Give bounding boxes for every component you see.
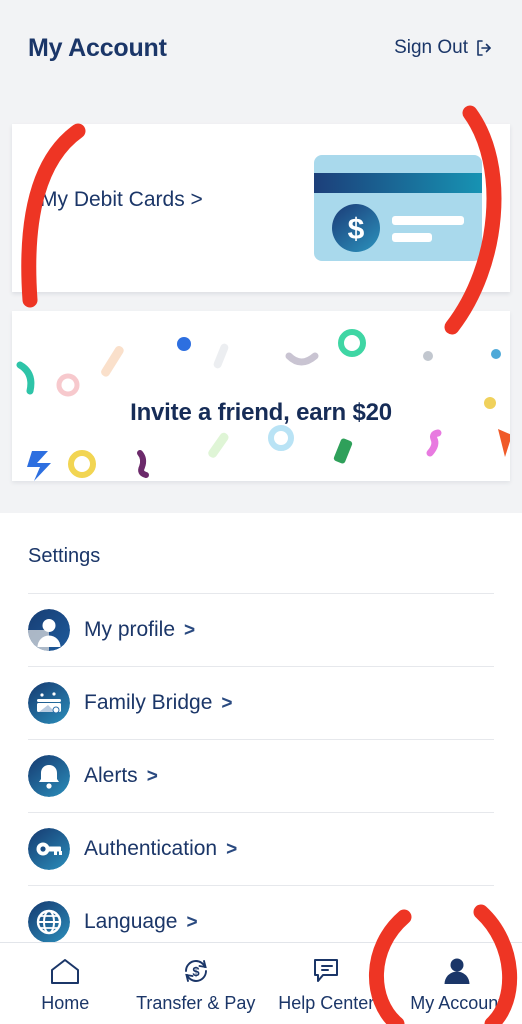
- page-header: My Account Sign Out: [0, 0, 522, 96]
- confetti-decoration: [12, 311, 510, 481]
- my-debit-cards-card[interactable]: My Debit Cards > $: [12, 124, 510, 292]
- chevron-right-icon: >: [226, 838, 238, 860]
- settings-item-alerts[interactable]: Alerts >: [28, 739, 494, 812]
- chat-bubble-icon: [309, 954, 343, 988]
- nav-label: Transfer & Pay: [136, 992, 256, 1013]
- nav-item-my-account[interactable]: My Account: [392, 943, 522, 1024]
- nav-label: My Account: [410, 992, 504, 1013]
- settings-item-label: Alerts >: [84, 764, 158, 787]
- svg-text:$: $: [348, 213, 365, 246]
- settings-item-authentication[interactable]: Authentication >: [28, 812, 494, 885]
- settings-item-label: Family Bridge >: [84, 691, 233, 714]
- nav-label: Help Center: [278, 992, 375, 1013]
- settings-list: My profile > Family Bridge > Alerts > Au…: [28, 593, 494, 958]
- settings-item-my-profile[interactable]: My profile >: [28, 593, 494, 666]
- nav-item-help-center[interactable]: Help Center: [261, 943, 392, 1024]
- chevron-right-icon: >: [186, 911, 198, 933]
- chevron-right-icon: >: [221, 692, 233, 714]
- key-icon: [28, 828, 70, 870]
- chevron-right-icon: >: [146, 765, 158, 787]
- page-title: My Account: [28, 33, 167, 62]
- svg-text:$: $: [192, 964, 200, 979]
- person-filled-icon: [440, 954, 474, 988]
- invite-banner-text: Invite a friend, earn $20: [130, 399, 392, 426]
- exit-icon: [474, 38, 494, 58]
- settings-item-family-bridge[interactable]: Family Bridge >: [28, 666, 494, 739]
- family-bridge-icon: [28, 682, 70, 724]
- nav-label: Home: [41, 992, 90, 1013]
- chevron-right-icon: >: [184, 619, 196, 641]
- globe-icon: [28, 901, 70, 943]
- settings-item-label: My profile >: [84, 618, 196, 641]
- settings-item-label: Authentication >: [84, 837, 238, 860]
- person-avatar-icon: [28, 609, 70, 651]
- bell-icon: [28, 755, 70, 797]
- settings-heading: Settings: [28, 545, 101, 567]
- debit-card-illustration: $: [314, 155, 482, 261]
- home-icon: [48, 954, 82, 988]
- bottom-navigation-bar: Home $ Transfer & Pay Help Center My Acc…: [0, 942, 522, 1024]
- my-debit-cards-label: My Debit Cards >: [40, 188, 203, 211]
- nav-item-transfer-and-pay[interactable]: $ Transfer & Pay: [131, 943, 262, 1024]
- invite-a-friend-banner[interactable]: Invite a friend, earn $20: [12, 311, 510, 481]
- nav-item-home[interactable]: Home: [0, 943, 131, 1024]
- settings-item-label: Language >: [84, 910, 198, 933]
- transfer-dollar-icon: $: [179, 954, 213, 988]
- sign-out-button[interactable]: Sign Out: [394, 37, 494, 59]
- sign-out-label: Sign Out: [394, 37, 468, 58]
- app-screen: My Account Sign Out My Debit Cards > $ I…: [0, 0, 522, 1024]
